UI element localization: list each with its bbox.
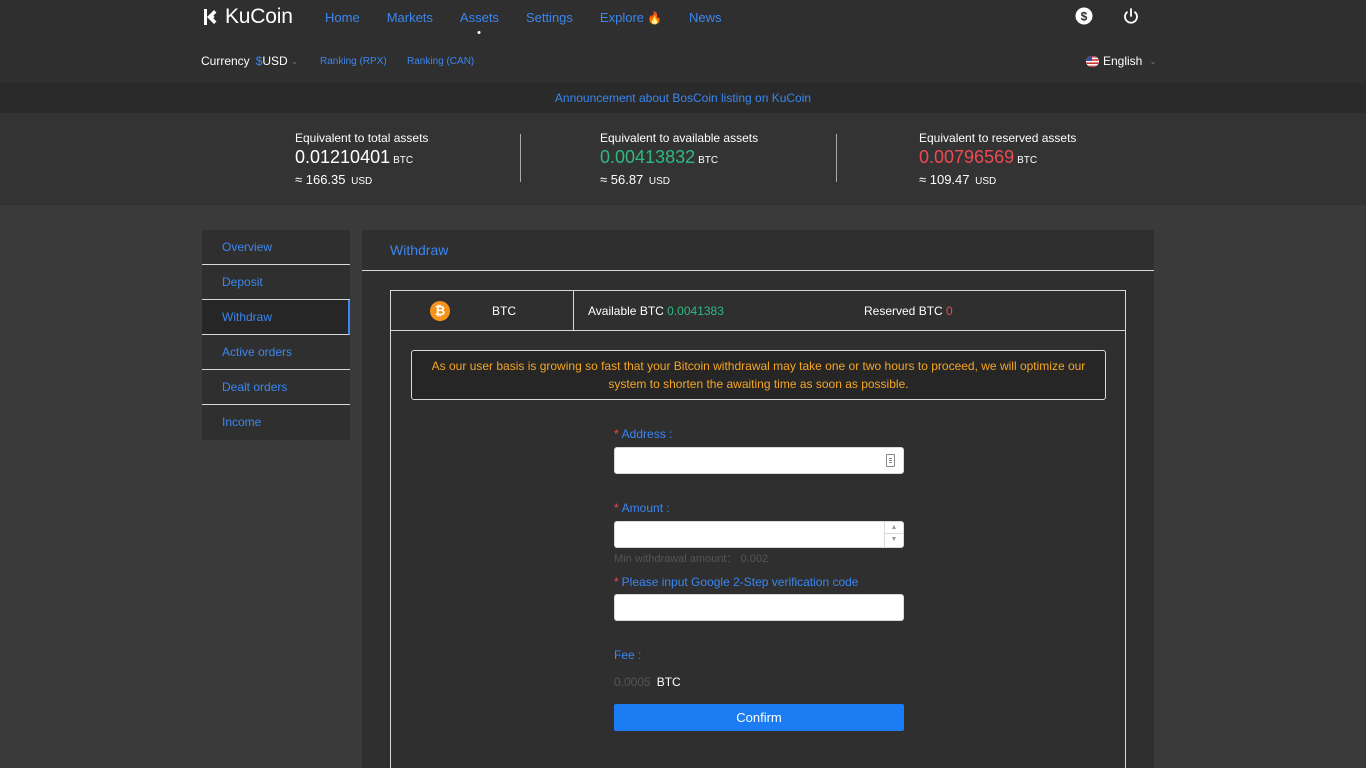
available-assets-label: Equivalent to available assets [600, 131, 759, 145]
reserved-balance-value: 0 [946, 304, 953, 318]
available-assets: Equivalent to available assets 0.0041383… [600, 131, 758, 187]
available-balance-value: 0.0041383 [667, 304, 724, 318]
available-balance: Available BTC 0.0041383 [588, 304, 724, 318]
coin-row: ₿ BTC Available BTC 0.0041383 Reserved B… [391, 291, 1125, 331]
main-nav: Home Markets Assets Settings Explore 🔥 Ne… [325, 10, 748, 25]
google-code-field[interactable] [614, 594, 904, 621]
fire-icon: 🔥 [647, 11, 662, 25]
reserved-balance: Reserved BTC 0 [864, 304, 953, 318]
amount-field[interactable]: ▲ ▼ [614, 521, 904, 548]
address-book-icon[interactable] [886, 454, 895, 467]
fee-unit: BTC [656, 675, 681, 689]
available-assets-usd: ≈ 56.87 USD [600, 172, 758, 187]
assets-sidebar: Overview Deposit Withdraw Active orders … [202, 230, 350, 440]
divider [836, 134, 837, 182]
kucoin-logo-icon [201, 7, 221, 27]
kucoin-logo[interactable]: KuCoin [201, 5, 293, 28]
reserved-btc-value: 0.00796569 [919, 147, 1015, 167]
available-balance-label: Available BTC [588, 304, 664, 318]
nav-explore[interactable]: Explore 🔥 [600, 10, 662, 25]
nav-markets[interactable]: Markets [387, 10, 433, 25]
fee-value: 0.0005 BTC [614, 675, 681, 689]
dollar-icon[interactable]: $ [1075, 7, 1093, 25]
available-usd-value: ≈ 56.87 [600, 172, 644, 187]
sidebar-item-active-orders[interactable]: Active orders [202, 335, 350, 370]
fee-amount: 0.0005 [614, 675, 651, 689]
reserved-usd-value: ≈ 109.47 [919, 172, 970, 187]
reserved-btc-unit: BTC [1017, 155, 1038, 166]
nav-explore-label: Explore [599, 10, 644, 25]
min-withdrawal-hint: Min withdrawal amount： 0.002 [614, 553, 769, 565]
announcement-bar: Announcement about BosCoin listing on Ku… [0, 83, 1366, 113]
amount-label-text: Amount : [621, 501, 670, 515]
nav-news[interactable]: News [689, 10, 722, 25]
amount-stepper[interactable]: ▲ ▼ [884, 522, 903, 547]
available-usd-unit: USD [648, 176, 671, 187]
google-code-label: * Please input Google 2-Step verification… [614, 575, 859, 589]
total-usd-unit: USD [351, 176, 373, 187]
brand-name: KuCoin [225, 5, 293, 28]
confirm-button[interactable]: Confirm [614, 704, 904, 731]
chevron-down-icon[interactable]: ▼ [885, 534, 903, 546]
withdraw-box: ₿ BTC Available BTC 0.0041383 Reserved B… [390, 290, 1126, 768]
currency-label: Currency [201, 54, 250, 68]
announcement-link[interactable]: Announcement about BosCoin listing on Ku… [555, 91, 811, 105]
divider [520, 134, 521, 182]
total-assets-btc: 0.01210401 BTC [295, 147, 428, 168]
reserved-assets: Equivalent to reserved assets 0.00796569… [919, 131, 1076, 187]
asset-summary: Equivalent to total assets 0.01210401 BTC… [0, 113, 1366, 205]
available-assets-btc: 0.00413832 BTC [600, 147, 758, 168]
total-btc-unit: BTC [393, 155, 414, 166]
ranking-rpx-link[interactable]: Ranking (RPX) [320, 56, 387, 67]
total-assets: Equivalent to total assets 0.01210401 BTC… [295, 131, 428, 187]
chevron-up-icon[interactable]: ▲ [885, 522, 903, 534]
chevron-down-icon: ⌄ [1149, 55, 1157, 66]
nav-settings[interactable]: Settings [526, 10, 573, 25]
sidebar-item-income[interactable]: Income [202, 405, 350, 440]
currency-selector[interactable]: Currency $ USD ⌄ [201, 54, 298, 68]
sidebar-item-overview[interactable]: Overview [202, 230, 350, 265]
nav-home[interactable]: Home [325, 10, 360, 25]
address-label: * Address : [614, 427, 673, 441]
fee-label: Fee : [614, 648, 642, 662]
nav-assets[interactable]: Assets [460, 10, 499, 25]
total-assets-usd: ≈ 166.35 USD [295, 172, 428, 187]
reserved-usd-unit: USD [975, 176, 997, 187]
power-icon[interactable] [1122, 7, 1140, 25]
reserved-balance-label: Reserved BTC [864, 304, 943, 318]
google-code-label-text: Please input Google 2-Step verification … [621, 575, 859, 589]
coin-name: BTC [492, 304, 516, 318]
chevron-down-icon: ⌄ [290, 55, 299, 66]
reserved-assets-label: Equivalent to reserved assets [919, 131, 1077, 145]
us-flag-icon [1086, 55, 1099, 67]
sidebar-item-withdraw[interactable]: Withdraw [202, 300, 350, 335]
reserved-assets-usd: ≈ 109.47 USD [919, 172, 1076, 187]
sidebar-item-deposit[interactable]: Deposit [202, 265, 350, 300]
reserved-assets-btc: 0.00796569 BTC [919, 147, 1076, 168]
svg-text:$: $ [1081, 10, 1088, 24]
panel-title: Withdraw [362, 230, 1154, 271]
address-label-text: Address : [621, 427, 673, 441]
coin-selector[interactable]: ₿ BTC [391, 291, 574, 330]
total-btc-value: 0.01210401 [295, 147, 391, 167]
language-selector[interactable]: English ⌄ [1086, 54, 1157, 68]
available-btc-value: 0.00413832 [600, 147, 696, 167]
withdraw-notice: As our user basis is growing so fast tha… [411, 350, 1106, 400]
sidebar-item-dealt-orders[interactable]: Dealt orders [202, 370, 350, 405]
total-assets-label: Equivalent to total assets [295, 131, 429, 145]
amount-label: * Amount : [614, 501, 670, 515]
currency-value: USD [262, 54, 288, 68]
currency-symbol: $ [255, 54, 263, 68]
ranking-can-link[interactable]: Ranking (CAN) [407, 56, 474, 67]
bitcoin-icon: ₿ [430, 301, 450, 321]
language-label: English [1103, 54, 1143, 68]
address-field[interactable] [614, 447, 904, 474]
available-btc-unit: BTC [698, 155, 719, 166]
withdraw-panel: Withdraw ₿ BTC Available BTC 0.0041383 R… [362, 230, 1154, 768]
total-usd-value: ≈ 166.35 [295, 172, 346, 187]
top-header: KuCoin Home Markets Assets Settings Expl… [0, 0, 1366, 83]
